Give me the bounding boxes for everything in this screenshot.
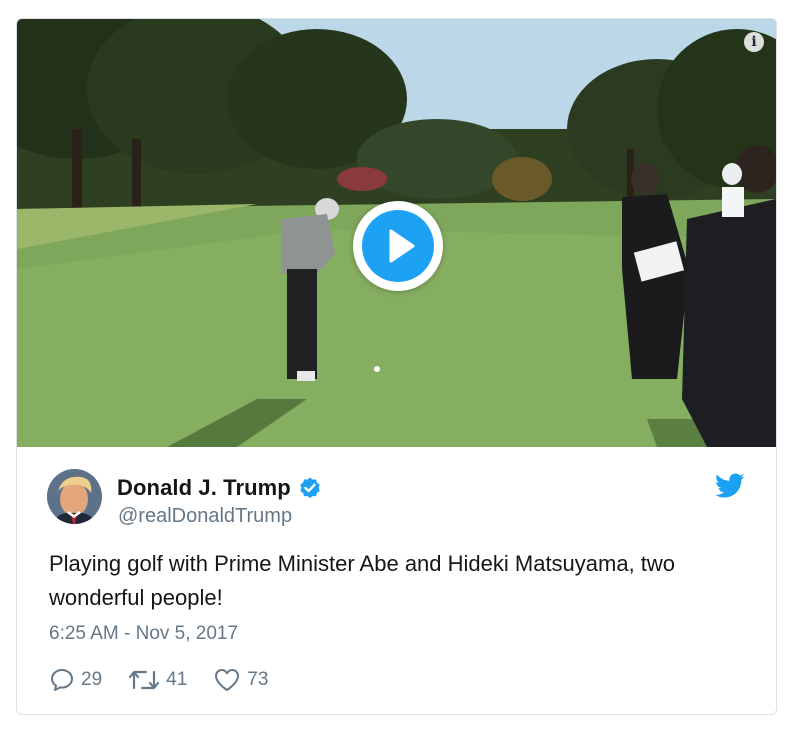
retweet-button[interactable]: 41 [128, 667, 187, 693]
retweet-icon [129, 670, 160, 690]
author-handle[interactable]: @realDonaldTrump [118, 505, 292, 528]
video-player[interactable]: i [17, 19, 776, 447]
tweet-actions: 29 41 73 [49, 667, 294, 693]
info-icon[interactable]: i [744, 32, 764, 52]
author-name-row[interactable]: Donald J. Trump [117, 475, 322, 501]
avatar[interactable] [47, 469, 102, 524]
tweet-header: Donald J. Trump @realDonaldTrump [47, 469, 747, 529]
play-icon [362, 210, 434, 282]
author-display-name[interactable]: Donald J. Trump [117, 475, 291, 501]
twitter-bird-icon[interactable] [715, 473, 745, 499]
like-button[interactable]: 73 [213, 667, 268, 693]
tweet-timestamp[interactable]: 6:25 AM - Nov 5, 2017 [49, 623, 238, 645]
retweet-count: 41 [166, 669, 188, 690]
reply-count: 29 [81, 669, 103, 690]
reply-icon [51, 669, 73, 691]
tweet-text: Playing golf with Prime Minister Abe and… [49, 551, 676, 610]
reply-button[interactable]: 29 [49, 667, 102, 693]
embedded-tweet-card[interactable]: i Donald J. Trump @realDonaldTrump Playi… [16, 18, 777, 715]
like-count: 73 [247, 669, 269, 690]
verified-badge-icon [300, 477, 320, 499]
heart-icon [215, 669, 240, 691]
play-button[interactable] [353, 201, 443, 291]
